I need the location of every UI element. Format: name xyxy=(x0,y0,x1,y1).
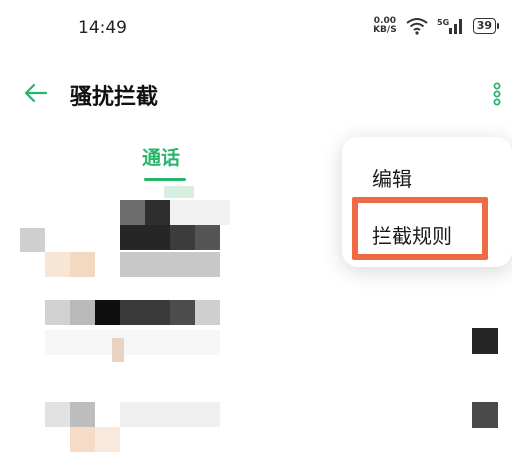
redacted-block xyxy=(170,200,230,225)
signal-icon: 5G xyxy=(437,17,465,35)
status-icons: 0.00 KB/S 5G 39 xyxy=(373,17,500,35)
redacted-block xyxy=(472,328,498,354)
more-vertical-icon[interactable] xyxy=(490,81,504,107)
redacted-block xyxy=(120,200,145,225)
redacted-block xyxy=(164,186,194,198)
redacted-block xyxy=(120,300,170,325)
status-time: 14:49 xyxy=(78,18,127,38)
signal-label: 5G xyxy=(437,18,449,27)
redacted-block xyxy=(145,200,170,225)
highlight-box xyxy=(352,197,488,260)
network-speed-unit: KB/S xyxy=(373,25,397,35)
redacted-block xyxy=(170,225,195,250)
status-bar: 14:49 0.00 KB/S 5G 39 xyxy=(0,0,512,62)
redacted-block xyxy=(70,252,95,277)
redacted-block xyxy=(112,338,124,362)
redacted-block xyxy=(45,300,70,325)
redacted-block xyxy=(120,252,220,277)
menu-item-edit[interactable]: 编辑 xyxy=(372,163,412,192)
battery-indicator: 39 xyxy=(472,18,500,34)
redacted-block xyxy=(20,228,45,252)
title-bar: 骚扰拦截 xyxy=(0,68,512,120)
wifi-icon xyxy=(405,17,429,35)
tab-indicator xyxy=(144,178,186,181)
redacted-block xyxy=(95,427,120,452)
redacted-block xyxy=(95,300,120,325)
redacted-block xyxy=(45,402,70,427)
redacted-block xyxy=(120,402,220,427)
redacted-block xyxy=(170,300,195,325)
tab-calls[interactable]: 通话 xyxy=(142,143,180,170)
network-speed: 0.00 KB/S xyxy=(373,17,397,35)
redacted-block xyxy=(45,252,70,277)
redacted-block xyxy=(70,402,95,427)
redacted-block xyxy=(70,427,95,452)
redacted-block xyxy=(195,300,220,325)
redacted-block xyxy=(472,402,498,428)
arrow-left-icon[interactable] xyxy=(22,81,50,105)
page-title: 骚扰拦截 xyxy=(70,85,159,110)
redacted-block xyxy=(45,330,220,355)
redacted-block xyxy=(70,300,95,325)
redacted-block xyxy=(120,225,170,250)
redacted-block xyxy=(195,225,220,250)
